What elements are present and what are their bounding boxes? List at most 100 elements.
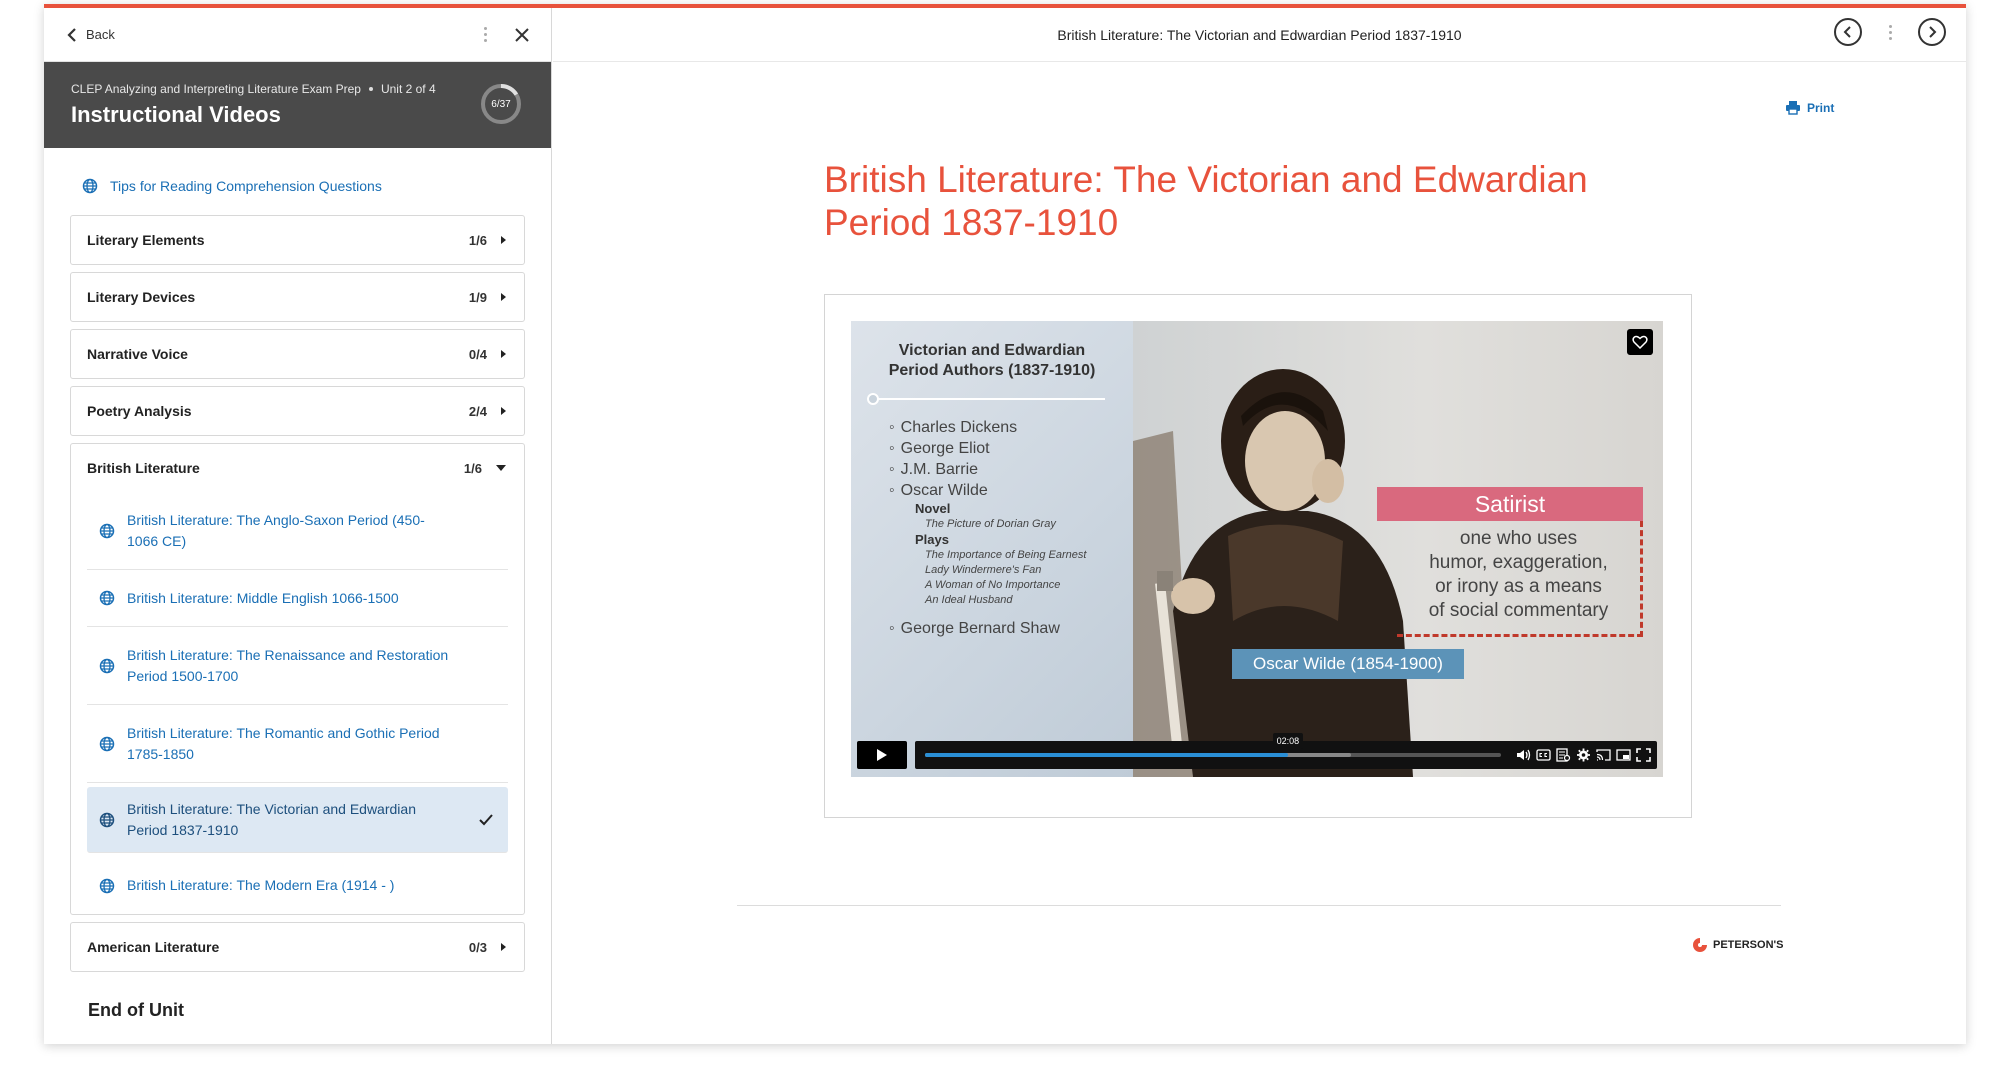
played-bar xyxy=(925,753,1288,757)
globe-icon xyxy=(99,523,115,538)
slide-heading-line: Period Authors (1837-1910) xyxy=(888,362,1096,379)
video-player[interactable]: Victorian and Edwardian Period Authors (… xyxy=(851,321,1663,777)
definition-line: one who uses xyxy=(1459,528,1578,549)
chevron-left-icon xyxy=(1843,26,1851,38)
slide-rule-dot xyxy=(867,393,879,405)
accordion-header[interactable]: Literary Devices 1/9 xyxy=(71,273,524,321)
tips-link[interactable]: Tips for Reading Comprehension Questions xyxy=(70,164,525,208)
previous-lesson-button[interactable] xyxy=(1834,18,1862,46)
progress-label: 6/37 xyxy=(491,98,511,110)
brand-name: PETERSON'S xyxy=(1713,939,1784,951)
lesson-topbar: British Literature: The Victorian and Ed… xyxy=(553,8,1966,62)
accordion-british-literature[interactable]: British Literature 1/6 British Literatur… xyxy=(70,443,525,915)
lesson-title: British Literature: The Victorian and Ed… xyxy=(127,800,416,838)
settings-gear-icon[interactable] xyxy=(1576,748,1591,762)
globe-icon xyxy=(99,736,115,751)
unit-banner: CLEP Analyzing and Interpreting Literatu… xyxy=(44,62,551,148)
caret-right-icon xyxy=(501,236,506,244)
accordion-header[interactable]: Poetry Analysis 2/4 xyxy=(71,387,524,435)
plays-label: Plays xyxy=(915,532,949,547)
accordion-literary-elements[interactable]: Literary Elements 1/6 xyxy=(70,215,525,265)
progress-ring: 6/37 xyxy=(479,82,523,126)
back-label: Back xyxy=(86,27,115,42)
play-button[interactable] xyxy=(857,741,907,769)
lesson-item[interactable]: British Literature: The Modern Era (1914… xyxy=(87,857,508,914)
lesson-content: British Literature: The Victorian and Ed… xyxy=(553,8,1966,1044)
novel-title: The Picture of Dorian Gray xyxy=(925,518,1056,530)
slide-heading-line: Victorian and Edwardian xyxy=(898,342,1086,359)
author-item: J.M. Barrie xyxy=(889,459,1086,480)
lesson-list: Tips for Reading Comprehension Questions… xyxy=(44,156,551,1044)
accordion-label: Poetry Analysis xyxy=(87,403,192,419)
accordion-count: 0/4 xyxy=(468,346,487,362)
accordion-american-literature[interactable]: American Literature 0/3 xyxy=(70,922,525,972)
lesson-title-heading: British Literature: The Victorian and Ed… xyxy=(824,159,1588,243)
novel-label: Novel xyxy=(915,501,951,516)
bullet-separator xyxy=(368,87,373,91)
portrait-caption: Oscar Wilde (1854-1900) xyxy=(1232,649,1464,679)
more-vertical-icon[interactable] xyxy=(1880,20,1900,44)
unit-indicator: Unit 2 of 4 xyxy=(380,82,436,96)
accordion-count: 0/3 xyxy=(468,939,487,955)
author-item: Charles Dickens xyxy=(889,417,1086,438)
accordion-header[interactable]: Literary Elements 1/6 xyxy=(71,216,524,264)
app-frame: Back CLEP Analyzing and Interpreting Lit… xyxy=(44,4,1966,1044)
seek-bar[interactable]: 02:08 xyxy=(925,733,1501,757)
more-vertical-icon[interactable] xyxy=(475,23,495,47)
picture-in-picture-icon[interactable] xyxy=(1616,748,1631,762)
accordion-label: Literary Devices xyxy=(87,289,196,305)
author-list: Charles Dickens George Eliot J.M. Barrie… xyxy=(889,417,1087,639)
play-title: A Woman of No Importance xyxy=(925,579,1061,591)
lesson-title: British Literature: The Renaissance and … xyxy=(127,646,449,684)
petersons-logo-icon xyxy=(1693,938,1707,952)
sidebar-topbar: Back xyxy=(44,8,551,62)
favorite-button[interactable] xyxy=(1627,329,1653,355)
tips-link-label: Tips for Reading Comprehension Questions xyxy=(110,178,382,194)
accordion-count: 1/6 xyxy=(468,232,487,248)
lesson-item-active[interactable]: British Literature: The Victorian and Ed… xyxy=(87,787,508,853)
cast-icon[interactable] xyxy=(1596,748,1611,762)
caret-right-icon xyxy=(501,943,506,951)
lesson-item[interactable]: British Literature: The Renaissance and … xyxy=(87,627,508,705)
lesson-item[interactable]: British Literature: Middle English 1066-… xyxy=(87,570,508,627)
volume-icon[interactable] xyxy=(1516,748,1531,762)
next-lesson-button[interactable] xyxy=(1918,18,1946,46)
lesson-item[interactable]: British Literature: The Anglo-Saxon Peri… xyxy=(87,492,508,570)
brand-logo: PETERSON'S xyxy=(1691,936,1783,954)
accordion-count: 1/6 xyxy=(463,460,482,476)
play-title: The Importance of Being Earnest xyxy=(925,549,1087,561)
heart-icon xyxy=(1632,335,1648,349)
definition-line: of social commentary xyxy=(1428,600,1609,621)
globe-icon xyxy=(99,590,115,606)
play-icon xyxy=(877,749,887,761)
accordion-count: 2/4 xyxy=(468,403,487,419)
control-bar: 02:08 xyxy=(915,733,1657,769)
close-icon[interactable] xyxy=(513,26,531,44)
back-button[interactable]: Back xyxy=(66,27,115,43)
chevron-right-icon xyxy=(1929,26,1937,38)
slide-heading: Victorian and Edwardian Period Authors (… xyxy=(851,341,1133,381)
accordion-header[interactable]: Narrative Voice 0/4 xyxy=(71,330,524,378)
lesson-item[interactable]: British Literature: The Romantic and Got… xyxy=(87,705,508,783)
accordion-header[interactable]: American Literature 0/3 xyxy=(71,923,524,971)
fullscreen-icon[interactable] xyxy=(1636,748,1651,762)
accordion-narrative-voice[interactable]: Narrative Voice 0/4 xyxy=(70,329,525,379)
accordion-count: 1/9 xyxy=(468,289,487,305)
end-of-unit: End of Unit xyxy=(88,1000,184,1020)
lesson-navigation xyxy=(1834,18,1946,46)
closed-captions-icon[interactable] xyxy=(1536,748,1551,762)
transcript-icon[interactable] xyxy=(1556,748,1571,762)
course-name: CLEP Analyzing and Interpreting Literatu… xyxy=(71,82,361,96)
print-button[interactable]: Print xyxy=(1785,100,1834,115)
accordion-poetry-analysis[interactable]: Poetry Analysis 2/4 xyxy=(70,386,525,436)
checkmark-icon xyxy=(479,813,493,825)
accordion-literary-devices[interactable]: Literary Devices 1/9 xyxy=(70,272,525,322)
author-item: George Eliot xyxy=(889,438,1086,459)
accordion-header[interactable]: British Literature 1/6 xyxy=(71,444,524,492)
accordion-label: Literary Elements xyxy=(87,232,205,248)
chevron-left-icon xyxy=(67,27,76,42)
definition-line: or irony as a means xyxy=(1435,576,1602,597)
time-tooltip: 02:08 xyxy=(1272,733,1303,749)
footer-divider xyxy=(737,905,1781,906)
definition-line: humor, exaggeration, xyxy=(1429,552,1608,573)
